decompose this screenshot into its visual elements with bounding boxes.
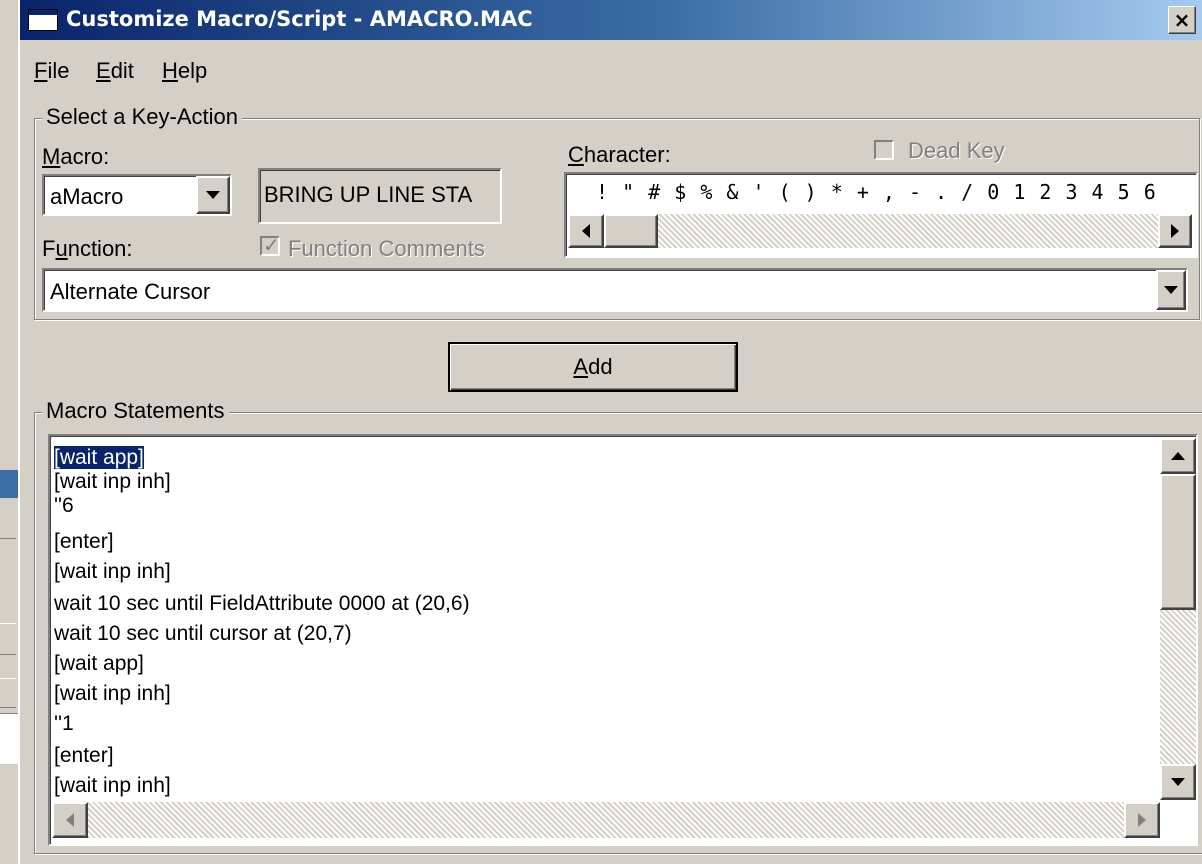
arrow-left-icon	[66, 813, 74, 827]
add-button-text: dd	[588, 354, 613, 379]
list-item[interactable]: ''6	[54, 494, 74, 518]
list-item-text: wait 10 sec until cursor at (20,7)	[54, 622, 352, 645]
key-action-group-label: Select a Key-Action	[42, 104, 242, 130]
background-window-edge	[0, 438, 19, 864]
function-label-mnemonic: u	[55, 236, 68, 261]
menu-help-mnemonic: H	[162, 58, 178, 83]
list-item-text: [wait inp inh]	[54, 470, 171, 493]
window-app-icon	[28, 9, 58, 31]
character-scrollbar[interactable]	[566, 214, 1196, 250]
background-window-button	[0, 623, 16, 655]
list-item-text: [wait inp inh]	[54, 774, 171, 797]
scroll-track[interactable]	[1160, 610, 1196, 764]
function-comments-label: Function Comments	[288, 236, 485, 261]
scroll-thumb[interactable]	[604, 214, 658, 248]
function-label-pre: F	[42, 236, 56, 261]
list-item[interactable]: [wait app]	[53, 445, 145, 470]
character-label-mnemonic: C	[568, 142, 584, 167]
list-item[interactable]: [wait inp inh]	[54, 470, 171, 494]
macro-label-mnemonic: M	[42, 144, 61, 169]
dead-key-checkbox[interactable]	[874, 140, 894, 160]
background-window-highlight	[0, 470, 18, 498]
list-item-text: [wait inp inh]	[54, 682, 171, 705]
scroll-left-button[interactable]	[568, 214, 604, 248]
list-item-text: [enter]	[54, 530, 114, 553]
add-button[interactable]: Add	[448, 342, 738, 392]
statements-vertical-scrollbar[interactable]	[1160, 436, 1196, 802]
function-select-value: Alternate Cursor	[50, 279, 211, 304]
list-item-text: ''1	[54, 712, 74, 735]
statements-horizontal-scrollbar[interactable]	[50, 802, 1160, 838]
menu-file-label: ile	[47, 58, 70, 83]
menu-help[interactable]: Help	[162, 58, 207, 84]
close-icon: ×	[1173, 8, 1191, 32]
list-item-text: [wait app]	[53, 445, 145, 470]
menu-edit[interactable]: Edit	[96, 58, 134, 84]
list-item-text: wait 10 sec until FieldAttribute 0000 at…	[54, 592, 470, 615]
list-item[interactable]: wait 10 sec until FieldAttribute 0000 at…	[54, 592, 470, 616]
list-item[interactable]: [wait inp inh]	[54, 560, 171, 584]
arrow-up-icon	[1171, 452, 1185, 460]
character-strip[interactable]: ! " # $ % & ' ( ) * + , - . / 0 1 2 3 4 …	[596, 180, 1157, 204]
title-bar[interactable]: Customize Macro/Script - AMACRO.MAC ×	[20, 0, 1202, 40]
character-label-text: haracter:	[583, 142, 671, 167]
scroll-up-button[interactable]	[1160, 438, 1196, 474]
background-window-button	[0, 678, 16, 708]
background-window-field	[0, 713, 18, 764]
macro-comment-box: BRING UP LINE STA	[258, 168, 502, 224]
menu-file[interactable]: File	[34, 58, 69, 84]
function-select-dropdown-button[interactable]	[1156, 270, 1186, 310]
add-button-label: Add	[573, 354, 612, 380]
scroll-left-button[interactable]	[52, 802, 88, 838]
arrow-left-icon	[582, 224, 590, 238]
checkmark-icon: ✓	[263, 233, 280, 257]
macro-label-text: acro:	[60, 144, 110, 169]
scroll-right-button[interactable]	[1158, 214, 1192, 248]
list-item-text: [wait app]	[54, 652, 144, 675]
list-item-text: [enter]	[54, 744, 114, 767]
close-button[interactable]: ×	[1168, 6, 1196, 34]
background-window-divider	[0, 538, 16, 539]
chevron-down-icon	[206, 191, 220, 199]
list-item-text: [wait inp inh]	[54, 560, 171, 583]
macro-label: Macro:	[42, 144, 109, 170]
chevron-down-icon	[1164, 286, 1178, 294]
scroll-down-button[interactable]	[1160, 764, 1196, 800]
list-item[interactable]: [enter]	[54, 530, 114, 554]
list-item-text: ''6	[54, 494, 74, 517]
menu-edit-label: dit	[110, 58, 134, 83]
scroll-thumb[interactable]	[1160, 474, 1196, 610]
function-label-text: nction:	[67, 236, 133, 261]
macro-statements-list[interactable]: [wait app] [wait inp inh] ''6 [enter] [w…	[48, 434, 1198, 846]
arrow-down-icon	[1171, 778, 1185, 786]
dead-key-label: Dead Key	[908, 138, 1005, 163]
customize-macro-dialog: Customize Macro/Script - AMACRO.MAC × Fi…	[18, 0, 1202, 864]
function-label: Function:	[42, 236, 133, 262]
function-comments-checkbox[interactable]: ✓	[260, 233, 280, 257]
list-item[interactable]: [wait inp inh]	[54, 682, 171, 706]
menu-edit-mnemonic: E	[96, 58, 111, 83]
scroll-right-button[interactable]	[1124, 802, 1160, 838]
character-label: Character:	[568, 142, 671, 168]
list-item[interactable]: ''1	[54, 712, 74, 736]
function-select[interactable]: Alternate Cursor	[42, 268, 1188, 312]
character-picker[interactable]: ! " # $ % & ' ( ) * + , - . / 0 1 2 3 4 …	[564, 172, 1198, 258]
window-title: Customize Macro/Script - AMACRO.MAC	[66, 7, 533, 31]
macro-select-value: aMacro	[50, 184, 124, 209]
list-item[interactable]: [wait app]	[54, 652, 144, 676]
scroll-track[interactable]	[658, 214, 1158, 248]
macro-statements-group-label: Macro Statements	[42, 398, 229, 424]
list-item[interactable]: [enter]	[54, 744, 114, 768]
arrow-right-icon	[1171, 224, 1179, 238]
add-button-mnemonic: A	[573, 354, 589, 379]
macro-comment-text: BRING UP LINE STA	[264, 182, 473, 207]
arrow-right-icon	[1138, 813, 1146, 827]
macro-select-dropdown-button[interactable]	[196, 176, 230, 214]
macro-select[interactable]: aMacro	[42, 174, 232, 216]
menu-file-mnemonic: F	[34, 58, 48, 83]
list-item[interactable]: [wait inp inh]	[54, 774, 171, 798]
list-item[interactable]: wait 10 sec until cursor at (20,7)	[54, 622, 352, 646]
menu-help-label: elp	[177, 58, 208, 83]
scroll-track[interactable]	[88, 802, 1124, 838]
